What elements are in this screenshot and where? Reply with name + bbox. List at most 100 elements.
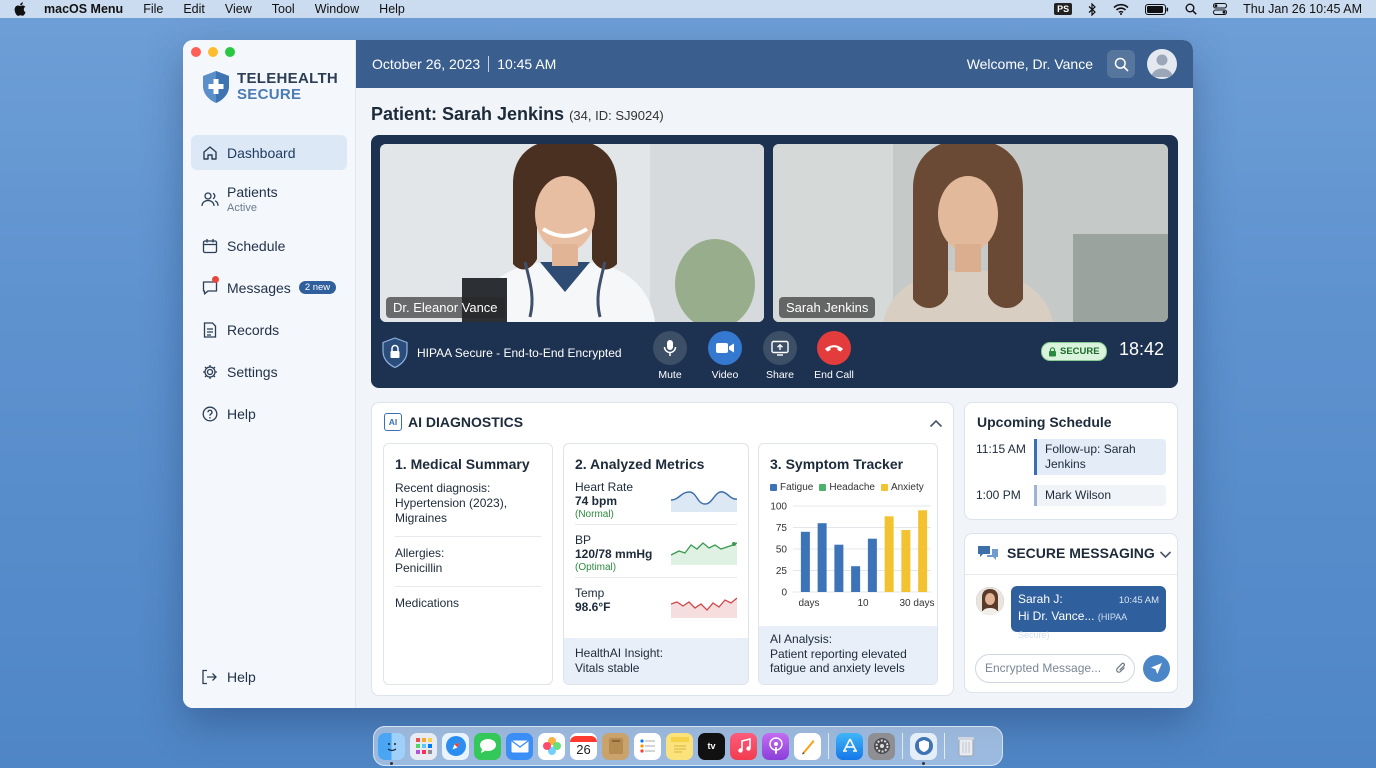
collapse-button[interactable] [929, 415, 943, 433]
message-bubble[interactable]: Sarah J: 10:45 AM Hi Dr. Vance... (HIPAA… [1011, 586, 1166, 640]
dock-separator [944, 733, 945, 759]
logo-line1: TELEHEALTH [237, 70, 339, 87]
schedule-item[interactable]: 1:00 PM Mark Wilson [976, 485, 1166, 506]
schedule-item[interactable]: 11:15 AM Follow-up: Sarah Jenkins [976, 439, 1166, 475]
bar-fatigue [800, 531, 810, 592]
share-button[interactable]: Share [755, 331, 805, 381]
sidebar-bottom-help[interactable]: Help [201, 668, 256, 686]
y-tick-label: 0 [781, 588, 787, 599]
sidebar-item-help[interactable]: Help [191, 396, 347, 431]
pages-icon[interactable] [794, 732, 821, 760]
encryption-text: HIPAA Secure - End-to-End Encrypted [417, 346, 622, 360]
wifi-icon[interactable] [1113, 3, 1129, 15]
legend-item-fatigue: Fatigue [770, 482, 813, 493]
insight-value: Vitals stable [575, 661, 640, 675]
symptom-tracker-title: 3. Symptom Tracker [770, 456, 904, 472]
apple-icon[interactable] [14, 2, 28, 16]
medical-summary-card: 1. Medical Summary Recent diagnosis: Hyp… [383, 443, 553, 685]
appletv-icon[interactable]: tv [698, 732, 725, 760]
reminders-icon[interactable] [634, 732, 661, 760]
medications-block: Medications [395, 596, 541, 621]
calendar-icon[interactable]: 26 [570, 732, 597, 760]
messages-icon[interactable] [474, 732, 501, 760]
notes-folder-icon[interactable] [602, 732, 629, 760]
menu-tool[interactable]: Tool [272, 2, 295, 16]
bar-fatigue [867, 538, 877, 592]
menu-bar: macOS Menu File Edit View Tool Window He… [0, 0, 1376, 18]
sidebar-item-label: Messages [227, 279, 291, 296]
doctor-feed-label: Dr. Eleanor Vance [386, 297, 505, 318]
menubar-clock[interactable]: Thu Jan 26 10:45 AM [1243, 2, 1362, 16]
y-tick-label: 25 [776, 566, 788, 577]
control-center-icon[interactable] [1213, 3, 1228, 15]
close-window-button[interactable] [191, 47, 201, 57]
send-icon [1151, 663, 1162, 674]
photos-icon[interactable] [538, 732, 565, 760]
calendar-day: 26 [576, 741, 591, 757]
minimize-window-button[interactable] [208, 47, 218, 57]
messaging-expand-button[interactable] [1159, 546, 1172, 562]
sidebar-item-label: Dashboard [227, 144, 296, 161]
bluetooth-icon[interactable] [1088, 2, 1097, 16]
app-menu[interactable]: macOS Menu [44, 2, 123, 16]
sidebar-item-messages[interactable]: Messages 2 new [191, 270, 347, 305]
menu-window[interactable]: Window [315, 2, 359, 16]
chevron-down-icon [1159, 551, 1172, 559]
sidebar: TELEHEALTH SECURE Dashboard Patients Act… [183, 40, 356, 708]
bar-fatigue [851, 566, 861, 592]
ps-status-icon[interactable]: PS [1054, 3, 1073, 15]
sidebar-item-schedule[interactable]: Schedule [191, 228, 347, 263]
trash-icon[interactable] [952, 733, 979, 760]
search-icon [1114, 57, 1129, 72]
document-icon [201, 321, 219, 339]
temperature-sparkline [671, 597, 737, 618]
menu-edit[interactable]: Edit [183, 2, 205, 16]
finder-icon[interactable] [378, 732, 405, 765]
system-settings-icon[interactable] [868, 732, 895, 760]
appstore-icon[interactable] [836, 732, 863, 760]
safari-icon[interactable] [442, 732, 469, 760]
end-call-button[interactable]: End Call [809, 331, 859, 381]
sidebar-item-dashboard[interactable]: Dashboard [191, 135, 347, 170]
mute-button[interactable]: Mute [645, 331, 695, 381]
welcome-text: Welcome, Dr. Vance [966, 56, 1093, 72]
diagnosis-value: Hypertension (2023), Migraines [395, 496, 508, 525]
shield-logo-icon [203, 71, 229, 103]
menu-file[interactable]: File [143, 2, 163, 16]
end-call-label: End Call [814, 369, 854, 381]
user-avatar[interactable] [1147, 49, 1177, 79]
insight-label: HealthAI Insight: [575, 646, 664, 660]
music-icon[interactable] [730, 732, 757, 760]
secure-badge: SECURE [1041, 342, 1107, 361]
battery-icon[interactable] [1145, 3, 1169, 15]
menu-view[interactable]: View [225, 2, 252, 16]
lock-icon [1049, 346, 1056, 356]
sidebar-item-patients[interactable]: Patients Active [191, 177, 347, 221]
allergies-value: Penicillin [395, 561, 443, 575]
message-input[interactable]: Encrypted Message... [975, 654, 1135, 683]
spotlight-search-icon[interactable] [1185, 3, 1197, 15]
video-call-panel: Dr. Eleanor Vance Sarah Jenkins HIPAA Se… [371, 135, 1178, 388]
sidebar-item-records[interactable]: Records [191, 312, 347, 347]
medical-summary-title: 1. Medical Summary [395, 456, 530, 472]
bar-anxiety [901, 530, 911, 592]
video-button[interactable]: Video [700, 331, 750, 381]
patient-video-image [773, 144, 1168, 322]
menu-help[interactable]: Help [379, 2, 405, 16]
metric-temperature: Temp 98.6°F [575, 578, 737, 631]
notes-icon[interactable] [666, 732, 693, 760]
sidebar-item-settings[interactable]: Settings [191, 354, 347, 389]
telehealth-app-icon[interactable] [910, 732, 937, 765]
patient-video-feed[interactable]: Sarah Jenkins [773, 144, 1168, 322]
launchpad-icon[interactable] [410, 732, 437, 760]
healthai-insight: HealthAI Insight: Vitals stable [564, 638, 748, 684]
podcasts-icon[interactable] [762, 732, 789, 760]
doctor-video-feed[interactable]: Dr. Eleanor Vance [380, 144, 764, 322]
allergies-block: Allergies: Penicillin [395, 546, 541, 587]
zoom-window-button[interactable] [225, 47, 235, 57]
search-button[interactable] [1107, 50, 1135, 78]
mail-icon[interactable] [506, 732, 533, 760]
call-controls: HIPAA Secure - End-to-End Encrypted Mute… [371, 325, 1178, 385]
send-button[interactable] [1143, 655, 1170, 682]
paperclip-icon[interactable] [1115, 661, 1127, 678]
